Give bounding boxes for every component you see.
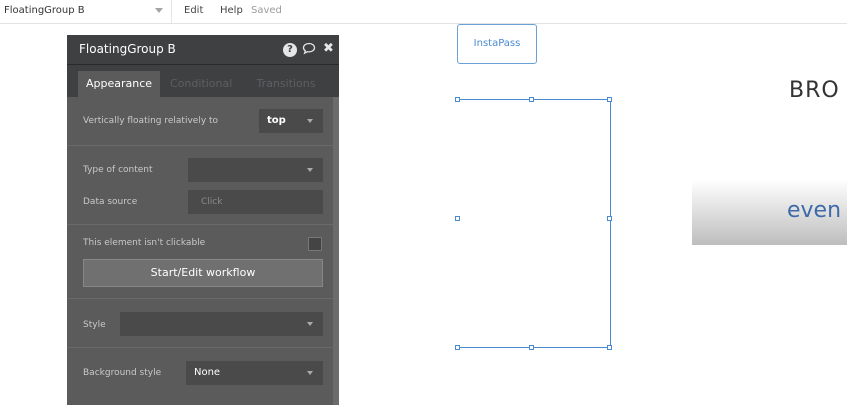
help-icon[interactable]: ? bbox=[283, 43, 297, 57]
type-of-content-label: Type of content bbox=[83, 165, 153, 175]
comment-icon[interactable] bbox=[302, 42, 316, 59]
canvas-banner[interactable]: even bbox=[692, 180, 847, 245]
panel-tabs: Appearance Conditional Transitions bbox=[67, 65, 339, 97]
chevron-down-icon bbox=[307, 371, 313, 375]
vertical-float-value: top bbox=[267, 115, 286, 126]
tab-appearance[interactable]: Appearance bbox=[78, 71, 160, 97]
resize-handle-bottom-right[interactable] bbox=[607, 345, 612, 350]
style-dropdown[interactable] bbox=[120, 312, 323, 336]
resize-handle-middle-right[interactable] bbox=[607, 216, 612, 221]
editor-top-bar: FloatingGroup B Edit Help Saved bbox=[0, 0, 847, 24]
section-divider bbox=[67, 224, 333, 225]
section-divider bbox=[67, 347, 333, 348]
property-editor-panel: FloatingGroup B ? ✖ Appearance Condition… bbox=[67, 35, 339, 405]
section-divider bbox=[67, 145, 333, 146]
canvas-banner-text: even bbox=[787, 198, 842, 223]
floating-group-selection-frame[interactable] bbox=[455, 97, 612, 350]
instapass-button[interactable]: InstaPass bbox=[457, 24, 537, 64]
not-clickable-checkbox[interactable] bbox=[308, 237, 322, 251]
element-selector-value: FloatingGroup B bbox=[4, 5, 85, 16]
close-icon[interactable]: ✖ bbox=[323, 41, 334, 57]
menu-help[interactable]: Help bbox=[220, 5, 243, 16]
chevron-down-icon bbox=[155, 8, 163, 13]
tab-conditional[interactable]: Conditional bbox=[170, 71, 232, 97]
data-source-input[interactable]: Click bbox=[188, 190, 323, 214]
save-status: Saved bbox=[251, 5, 282, 16]
resize-handle-top-right[interactable] bbox=[607, 97, 612, 102]
resize-handle-top-center[interactable] bbox=[529, 97, 534, 102]
background-style-label: Background style bbox=[83, 368, 162, 378]
background-style-dropdown[interactable]: None bbox=[186, 361, 323, 385]
type-of-content-dropdown[interactable] bbox=[188, 158, 323, 182]
chevron-down-icon bbox=[307, 119, 313, 123]
panel-header[interactable]: FloatingGroup B ? ✖ bbox=[67, 35, 339, 65]
canvas-heading-text[interactable]: BRO bbox=[789, 78, 840, 103]
not-clickable-label: This element isn't clickable bbox=[83, 238, 206, 248]
resize-handle-middle-left[interactable] bbox=[455, 216, 460, 221]
vertical-float-label: Vertically floating relatively to bbox=[83, 116, 219, 126]
resize-handle-bottom-center[interactable] bbox=[529, 345, 534, 350]
chevron-down-icon bbox=[307, 322, 313, 326]
style-label: Style bbox=[83, 320, 106, 330]
background-style-value: None bbox=[194, 367, 221, 378]
resize-handle-top-left[interactable] bbox=[455, 97, 460, 102]
vertical-float-dropdown[interactable]: top bbox=[259, 109, 323, 133]
data-source-placeholder: Click bbox=[201, 197, 223, 207]
element-selector-dropdown[interactable]: FloatingGroup B bbox=[0, 0, 172, 23]
panel-title: FloatingGroup B bbox=[79, 42, 176, 56]
menu-edit[interactable]: Edit bbox=[184, 5, 203, 16]
panel-scrollbar[interactable] bbox=[333, 97, 339, 405]
section-divider bbox=[67, 298, 333, 299]
tab-transitions[interactable]: Transitions bbox=[255, 71, 317, 97]
resize-handle-bottom-left[interactable] bbox=[455, 345, 460, 350]
start-edit-workflow-button[interactable]: Start/Edit workflow bbox=[83, 259, 323, 287]
chevron-down-icon bbox=[307, 168, 313, 172]
data-source-label: Data source bbox=[83, 197, 138, 207]
